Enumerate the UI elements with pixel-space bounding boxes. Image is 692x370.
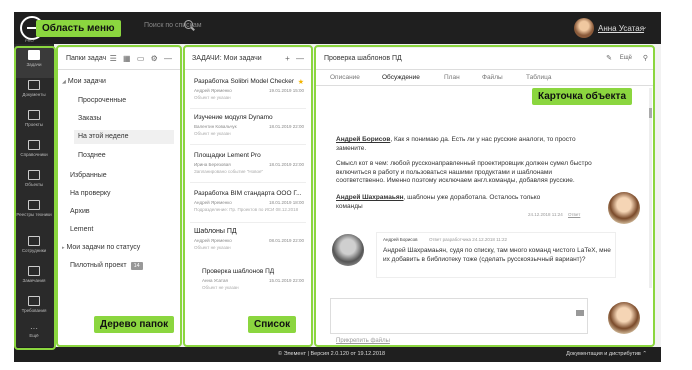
list-label: Список <box>248 316 297 333</box>
user-avatar[interactable] <box>574 18 594 38</box>
menu-area-highlight <box>14 46 56 350</box>
footer: © Элемент | Версия 2.0.120 от 19.12.2018… <box>14 347 661 362</box>
menu-area-label: Область меню <box>36 20 121 37</box>
folder-tree-label: Дерево папок <box>94 316 175 333</box>
documentation-link[interactable]: Документация и дистрибутив ⌃ <box>566 351 647 357</box>
copyright-text: © Элемент | Версия 2.0.120 от 19.12.2018 <box>278 351 386 357</box>
chevron-down-icon[interactable]: ⌄ <box>641 22 648 31</box>
list-highlight <box>183 45 313 347</box>
user-name-link[interactable]: Анна Усатая <box>598 24 644 33</box>
object-card-label: Карточка объекта <box>532 88 633 105</box>
logo-subtitle: PRO <box>25 38 34 43</box>
folder-tree-highlight <box>56 45 182 347</box>
app-window: PRO Поиск по спискам Анна Усатая ⌄ Задач… <box>14 12 661 362</box>
search-icon[interactable] <box>184 20 193 29</box>
